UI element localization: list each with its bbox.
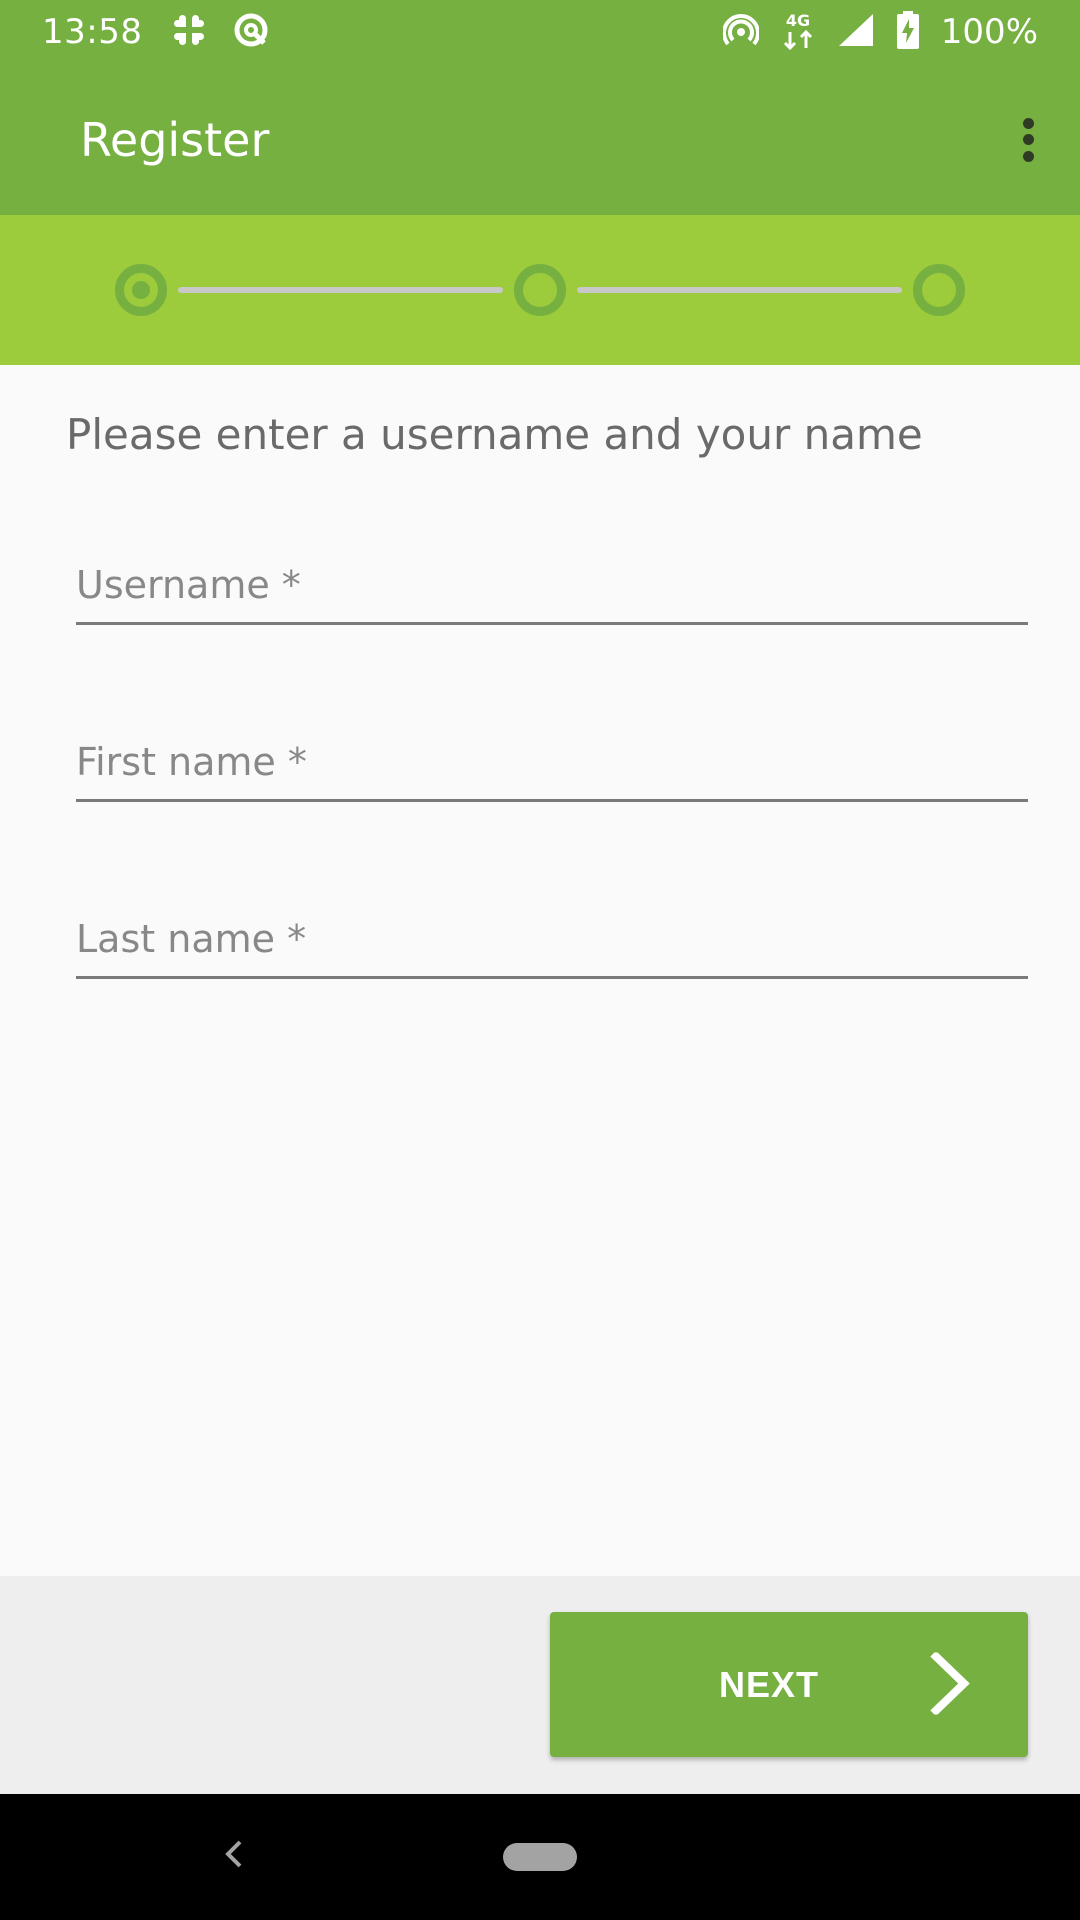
sync-icon — [232, 11, 270, 53]
chevron-right-icon — [930, 1650, 970, 1717]
next-button-label: NEXT — [718, 1663, 819, 1705]
status-time: 13:58 — [42, 12, 143, 52]
first-name-field — [76, 732, 1028, 802]
battery-charging-icon — [896, 11, 919, 53]
next-button[interactable]: NEXT — [550, 1612, 1028, 1757]
more-vert-icon[interactable] — [1008, 110, 1048, 170]
last-name-field — [76, 909, 1028, 979]
battery-percentage: 100% — [940, 12, 1038, 52]
last-name-input[interactable] — [76, 909, 1028, 976]
hotspot-icon — [721, 14, 760, 50]
status-system-icons: 4G 100% — [721, 10, 1038, 54]
home-pill[interactable] — [503, 1843, 577, 1871]
username-field — [76, 555, 1028, 625]
status-bar: 13:58 4G 100% — [0, 0, 1080, 64]
page-title: Register — [80, 112, 270, 167]
status-notification-icons — [172, 11, 270, 53]
network-4g-icon: 4G — [781, 10, 815, 54]
registration-stepper — [0, 215, 1080, 365]
app-bar: Register — [0, 64, 1080, 215]
first-name-input[interactable] — [76, 732, 1028, 799]
signal-icon — [837, 12, 875, 52]
instruction-text: Please enter a username and your name — [66, 410, 923, 459]
username-input[interactable] — [76, 555, 1028, 622]
step-connector — [178, 287, 503, 293]
back-icon[interactable] — [220, 1834, 246, 1878]
system-nav-bar — [0, 1794, 1080, 1920]
step-indicator — [913, 264, 965, 316]
svg-text:4G: 4G — [786, 11, 810, 30]
slack-icon — [172, 13, 207, 51]
step-connector — [577, 287, 902, 293]
step-indicator-current — [115, 264, 167, 316]
action-bar: NEXT — [0, 1576, 1080, 1794]
step-indicator — [514, 264, 566, 316]
